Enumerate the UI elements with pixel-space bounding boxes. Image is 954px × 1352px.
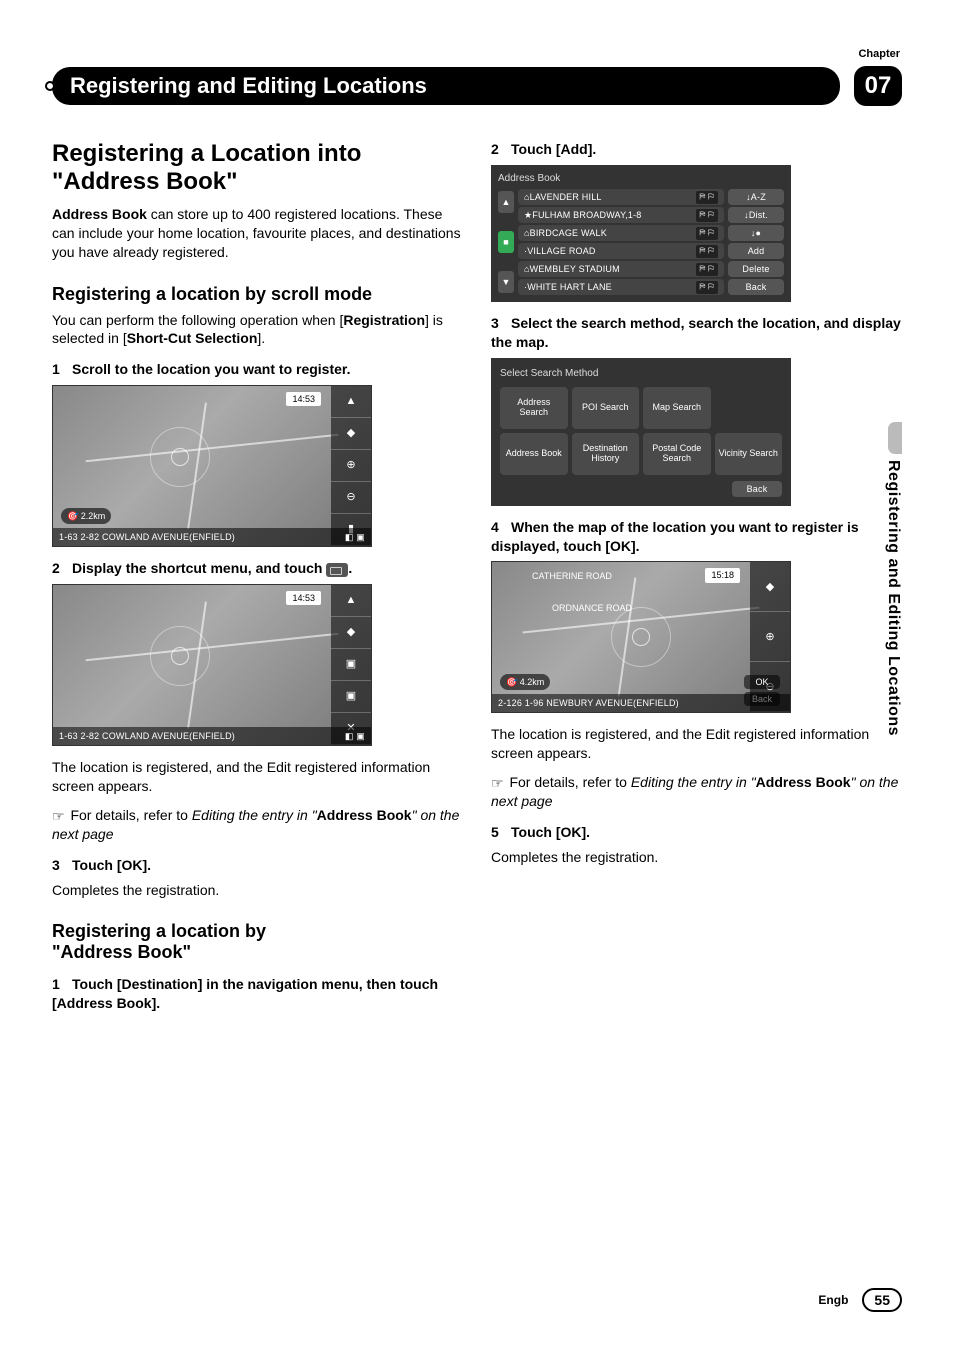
rcr-c: Address Book bbox=[756, 774, 851, 790]
ss1-distance: 🎯 2.2km bbox=[61, 508, 111, 524]
grid-cell: Destination History bbox=[572, 433, 640, 475]
side-btn: ↓ Dist. bbox=[728, 207, 784, 223]
page-header: Registering and Editing Locations 07 bbox=[52, 66, 902, 106]
step2-text: Display the shortcut menu, and touch bbox=[72, 560, 326, 576]
sm-title: Select Search Method bbox=[500, 367, 782, 381]
rs2: Touch [Add]. bbox=[511, 141, 596, 157]
grid-cell: Address Book bbox=[500, 433, 568, 475]
footer-lang: Engb bbox=[818, 1293, 848, 1307]
map-screenshot-2: 14:53 ▲◆▣▣✕ 1-63 2-82 COWLAND AVENUE(ENF… bbox=[52, 584, 372, 746]
right-step-5-body: Completes the registration. bbox=[491, 848, 902, 867]
sm-back: Back bbox=[732, 481, 782, 497]
pointer-icon: ☞ bbox=[491, 774, 504, 793]
intro-paragraph: Address Book can store up to 400 registe… bbox=[52, 205, 463, 262]
grid-cell: Map Search bbox=[643, 387, 711, 429]
page-footer: Engb 55 bbox=[818, 1288, 902, 1312]
map-screenshot-3: CATHERINE ROAD ORDNANCE ROAD 15:18 ◆⊕⊖ 🎯… bbox=[491, 561, 791, 713]
side-btn-add: Add bbox=[728, 243, 784, 259]
pointer-icon: ☞ bbox=[52, 807, 65, 826]
left-after-map: The location is registered, and the Edit… bbox=[52, 758, 463, 796]
side-btn-delete: Delete bbox=[728, 261, 784, 277]
grid-cell: POI Search bbox=[572, 387, 640, 429]
side-btn: ↓ ● bbox=[728, 225, 784, 241]
s3: Touch [OK]. bbox=[72, 857, 151, 873]
intro-bold: Address Book bbox=[52, 206, 147, 222]
side-tab-label: Registering and Editing Locations bbox=[884, 460, 902, 736]
search-method-screenshot: Select Search Method Address Search POI … bbox=[491, 358, 791, 506]
step2-end: . bbox=[348, 560, 352, 576]
chapter-number: 07 bbox=[854, 66, 902, 106]
list-item: · WHITE HART LANE⛿ ⚐ bbox=[518, 279, 724, 295]
list-item: ⌂ WEMBLEY STADIUM⛿ ⚐ bbox=[518, 261, 724, 277]
left-step-3-body: Completes the registration. bbox=[52, 881, 463, 900]
subsection-ab: Registering a location by "Address Book" bbox=[52, 921, 463, 962]
side-btn-back: Back bbox=[728, 279, 784, 295]
map-screenshot-1: 14:53 ▲◆⊕⊖▮ 🎯 2.2km 1-63 2-82 COWLAND AV… bbox=[52, 385, 372, 547]
road-label-2: ORDNANCE ROAD bbox=[552, 602, 632, 614]
grid-cell: Vicinity Search bbox=[715, 433, 783, 475]
t5: ]. bbox=[257, 330, 265, 346]
grid-cell-blank bbox=[715, 387, 783, 429]
left-step-1: 1Scroll to the location you want to regi… bbox=[52, 360, 463, 379]
grid-cell: Postal Code Search bbox=[643, 433, 711, 475]
page-number: 55 bbox=[862, 1288, 902, 1312]
rcr-a: For details, refer to bbox=[509, 774, 630, 790]
subsection-scroll: Registering a location by scroll mode bbox=[52, 284, 463, 305]
step-text: Scroll to the location you want to regis… bbox=[72, 361, 350, 377]
list-item: ⌂ LAVENDER HILL⛿ ⚐ bbox=[518, 189, 724, 205]
cr-b: Editing the entry in " bbox=[192, 807, 317, 823]
ab-step-1: 1Touch [Destination] in the navigation m… bbox=[52, 975, 463, 1013]
rs4: When the map of the location you want to… bbox=[491, 519, 859, 554]
road-label-1: CATHERINE ROAD bbox=[532, 570, 612, 582]
side-tab: Registering and Editing Locations bbox=[884, 422, 902, 736]
ss3-distance: 🎯 4.2km bbox=[500, 674, 550, 690]
address-book-screenshot: Address Book ▲ ■ ▼ ⌂ LAVENDER HILL⛿ ⚐ ★ … bbox=[491, 165, 791, 303]
scroll-intro: You can perform the following operation … bbox=[52, 311, 463, 349]
ss3-time: 15:18 bbox=[705, 568, 740, 582]
right-column: 2Touch [Add]. Address Book ▲ ■ ▼ ⌂ LAVEN… bbox=[491, 140, 902, 1019]
t2: Registration bbox=[343, 312, 425, 328]
left-crossref: ☞ For details, refer to Editing the entr… bbox=[52, 806, 463, 844]
rs5: Touch [OK]. bbox=[511, 824, 590, 840]
list-item: ⌂ BIRDCAGE WALK⛿ ⚐ bbox=[518, 225, 724, 241]
ss1-time: 14:53 bbox=[286, 392, 321, 406]
rcr-b: Editing the entry in " bbox=[631, 774, 756, 790]
ab-s1: Touch [Destination] in the navigation me… bbox=[52, 976, 438, 1011]
t1: You can perform the following operation … bbox=[52, 312, 343, 328]
title-line-1: Registering a Location into bbox=[52, 140, 361, 167]
left-step-3: 3Touch [OK]. bbox=[52, 856, 463, 875]
left-column: Registering a Location into "Address Boo… bbox=[52, 140, 463, 1019]
ss2-address: 1-63 2-82 COWLAND AVENUE(ENFIELD) bbox=[59, 730, 235, 742]
left-step-2: 2Display the shortcut menu, and touch . bbox=[52, 559, 463, 578]
list-item: · VILLAGE ROAD⛿ ⚐ bbox=[518, 243, 724, 259]
right-step-3: 3Select the search method, search the lo… bbox=[491, 314, 902, 352]
right-step-2: 2Touch [Add]. bbox=[491, 140, 902, 159]
register-icon bbox=[326, 563, 348, 577]
section-title: Registering a Location into "Address Boo… bbox=[52, 140, 463, 195]
right-step-4: 4When the map of the location you want t… bbox=[491, 518, 902, 556]
right-after-map: The location is registered, and the Edit… bbox=[491, 725, 902, 763]
list-item: ★ FULHAM BROADWAY,1-8⛿ ⚐ bbox=[518, 207, 724, 223]
cr-c: Address Book bbox=[317, 807, 412, 823]
right-crossref: ☞ For details, refer to Editing the entr… bbox=[491, 773, 902, 811]
ss2-time: 14:53 bbox=[286, 591, 321, 605]
rs3: Select the search method, search the loc… bbox=[491, 315, 901, 350]
ab-b: "Address Book" bbox=[52, 942, 191, 962]
ss1-address: 1-63 2-82 COWLAND AVENUE(ENFIELD) bbox=[59, 531, 235, 543]
ss3-address: 2-126 1-96 NEWBURY AVENUE(ENFIELD) bbox=[498, 697, 679, 709]
grid-cell: Address Search bbox=[500, 387, 568, 429]
ab-a: Registering a location by bbox=[52, 921, 266, 941]
t4: Short-Cut Selection bbox=[127, 330, 258, 346]
title-line-2: "Address Book" bbox=[52, 168, 237, 195]
page-title: Registering and Editing Locations bbox=[52, 67, 840, 105]
ab-shot-title: Address Book bbox=[498, 172, 784, 186]
side-btn: ↓ A-Z bbox=[728, 189, 784, 205]
ok-button: OK bbox=[744, 675, 780, 689]
chapter-label: Chapter bbox=[52, 48, 902, 60]
cr-a: For details, refer to bbox=[70, 807, 191, 823]
right-step-5: 5Touch [OK]. bbox=[491, 823, 902, 842]
